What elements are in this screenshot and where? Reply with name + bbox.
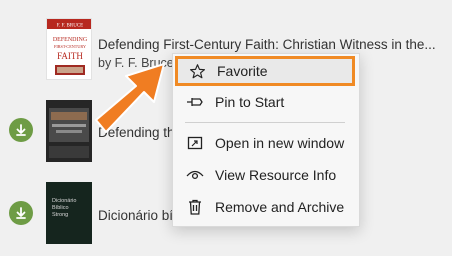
book-cover[interactable]: Dicionário Bíblico Strong: [46, 182, 92, 244]
context-menu: Favorite Pin to Start Open in new window…: [172, 53, 360, 227]
menu-item-remove-archive[interactable]: Remove and Archive: [173, 191, 359, 223]
downloaded-icon: [9, 118, 33, 142]
eye-icon: [185, 166, 205, 184]
menu-item-label: View Resource Info: [215, 167, 337, 183]
cover-title-line: FAITH: [57, 51, 83, 61]
cover-title-line: Strong: [52, 212, 68, 218]
menu-separator: [185, 122, 345, 123]
menu-item-label: Pin to Start: [215, 94, 285, 110]
pin-icon: [185, 93, 205, 111]
cover-title-line: Dicionário: [52, 198, 76, 204]
cover-art: [46, 100, 92, 162]
menu-item-view-resource-info[interactable]: View Resource Info: [173, 159, 359, 191]
downloaded-icon: [9, 201, 33, 225]
cover-art: F. F. BRUCE DEFENDING FIRST-CENTURY FAIT…: [47, 19, 91, 75]
cover-author-text: F. F. BRUCE: [57, 24, 83, 29]
book-cover[interactable]: F. F. BRUCE DEFENDING FIRST-CENTURY FAIT…: [46, 18, 92, 80]
cover-art: Dicionário Bíblico Strong: [46, 182, 92, 244]
cover-title-line: FIRST-CENTURY: [54, 44, 86, 49]
cover-title-line: DEFENDING: [53, 37, 88, 43]
new-window-icon: [185, 134, 205, 152]
book-title: Defending First-Century Faith: Christian…: [98, 37, 436, 52]
star-icon: [187, 62, 207, 80]
pointer-arrow-icon: [95, 63, 165, 133]
book-cover[interactable]: [46, 100, 92, 162]
menu-item-pin-to-start[interactable]: Pin to Start: [173, 86, 359, 118]
menu-item-label: Open in new window: [215, 135, 345, 151]
book-title: Dicionário bí: [98, 208, 174, 223]
menu-item-label: Favorite: [217, 63, 268, 79]
menu-item-favorite[interactable]: Favorite: [175, 56, 355, 86]
menu-item-label: Remove and Archive: [215, 199, 345, 215]
cover-title-line: Bíblico: [52, 205, 69, 211]
trash-icon: [185, 198, 205, 216]
menu-item-open-new-window[interactable]: Open in new window: [173, 127, 359, 159]
